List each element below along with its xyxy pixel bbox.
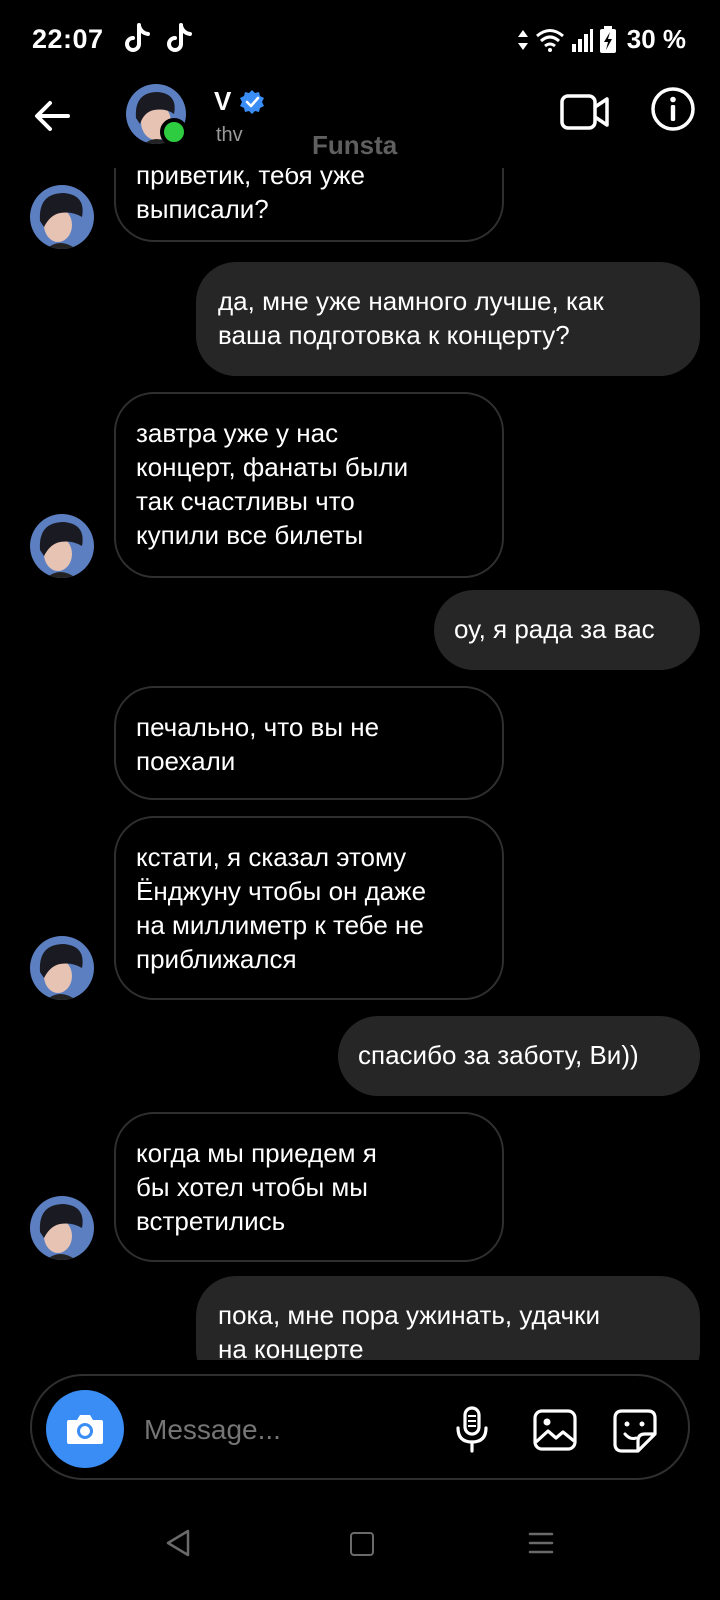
tiktok-icon (167, 23, 192, 52)
message-line: на концерте (218, 1334, 364, 1360)
tiktok-icon (125, 23, 150, 52)
message-input[interactable] (144, 1410, 414, 1450)
message-line: кстати, я сказал этому (136, 842, 407, 872)
incoming-message[interactable]: когда мы приедем я бы хотел чтобы мы вст… (114, 1112, 504, 1262)
data-arrows-icon (517, 29, 528, 50)
status-icons: 30 % (517, 24, 686, 55)
status-time: 22:07 (32, 24, 104, 54)
microphone-icon[interactable] (452, 1406, 492, 1454)
message-line: встретились (136, 1206, 286, 1236)
video-call-icon[interactable] (560, 90, 610, 134)
nav-home-icon[interactable] (350, 1532, 374, 1556)
name-row: V (214, 86, 265, 117)
sticker-icon[interactable] (612, 1408, 658, 1454)
message-thread[interactable]: приветик, тебя уже выписали? да, мне уже… (0, 168, 720, 1360)
back-arrow-icon[interactable] (30, 94, 74, 138)
wifi-icon (535, 28, 564, 52)
sender-avatar[interactable] (30, 1196, 94, 1260)
incoming-message[interactable]: завтра уже у нас концерт, фанаты были та… (114, 392, 504, 578)
message-composer (30, 1374, 690, 1480)
contact-username: thv (216, 124, 243, 146)
message-line: оу, я рада за вас (454, 614, 655, 644)
message-line: выписали? (136, 194, 269, 224)
incoming-message[interactable]: печально, что вы не поехали (114, 686, 504, 800)
message-line: печально, что вы не (136, 712, 380, 742)
verified-badge-icon (240, 89, 265, 114)
outgoing-message[interactable]: пока, мне пора ужинать, удачки на концер… (196, 1276, 700, 1360)
online-status-dot (160, 118, 188, 146)
battery-charging-icon (599, 25, 616, 53)
message-line: когда мы приедем я (136, 1138, 377, 1168)
message-line: купили все билеты (136, 520, 364, 550)
sender-avatar[interactable] (30, 936, 94, 1000)
gallery-icon[interactable] (532, 1408, 578, 1452)
message-line: приближался (136, 944, 297, 974)
message-line: пока, мне пора ужинать, удачки (218, 1300, 600, 1330)
sender-avatar[interactable] (30, 514, 94, 578)
message-line: ваша подготовка к концерту? (218, 320, 570, 350)
camera-icon (67, 1415, 103, 1444)
message-line: приветик, тебя уже (136, 168, 365, 190)
battery-percentage: 30 % (626, 24, 686, 54)
sender-avatar[interactable] (30, 185, 94, 249)
message-line: Ёнджуну чтобы он даже (136, 876, 427, 906)
status-bar: 22:07 30 % (0, 0, 720, 80)
incoming-message[interactable]: кстати, я сказал этому Ёнджуну чтобы он … (114, 816, 504, 1000)
nav-recents-icon[interactable] (528, 1530, 554, 1556)
outgoing-message[interactable]: да, мне уже намного лучше, как ваша подг… (196, 262, 700, 376)
incoming-message[interactable]: приветик, тебя уже выписали? (114, 168, 504, 242)
message-line: да, мне уже намного лучше, как (218, 286, 604, 316)
message-line: на миллиметр к тебе не (136, 910, 424, 940)
message-line: поехали (136, 746, 236, 776)
message-line: так счастливы что (136, 486, 355, 516)
chat-header: V thv Funsta (0, 80, 720, 170)
outgoing-message[interactable]: оу, я рада за вас (434, 590, 700, 670)
watermark-text: Funsta (312, 130, 398, 160)
camera-button[interactable] (46, 1390, 124, 1468)
message-line: завтра уже у нас (136, 418, 339, 448)
message-line: бы хотел чтобы мы (136, 1172, 368, 1202)
message-line: спасибо за заботу, Ви)) (358, 1040, 639, 1070)
system-navigation-bar (0, 1500, 720, 1600)
info-icon[interactable] (650, 86, 696, 132)
message-line: концерт, фанаты были (136, 452, 409, 482)
nav-back-icon[interactable] (164, 1528, 192, 1558)
signal-icon (571, 28, 593, 52)
outgoing-message[interactable]: спасибо за заботу, Ви)) (338, 1016, 700, 1096)
contact-name[interactable]: V (214, 86, 231, 117)
